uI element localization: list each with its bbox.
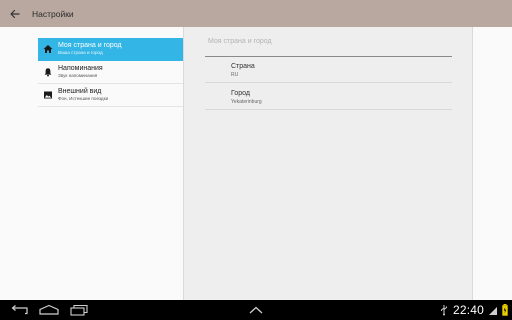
- section-header: Моя страна и город: [208, 38, 272, 45]
- status-area: 22:40: [440, 300, 508, 320]
- pref-city[interactable]: Город Yekaterinburg: [205, 84, 452, 110]
- page-title: Настройки: [32, 8, 74, 19]
- usb-icon: [440, 305, 447, 316]
- clock: 22:40: [452, 303, 484, 317]
- image-icon: [40, 87, 56, 103]
- pref-value: Yekaterinburg: [231, 99, 262, 105]
- home-nav-icon: [39, 304, 59, 315]
- pref-value: RU: [231, 72, 239, 78]
- home-icon: [40, 41, 56, 57]
- menu-item-title: Напоминания: [58, 65, 103, 73]
- menu-item-subtitle: Ваша страна и город: [58, 49, 103, 55]
- menu-item-country-city[interactable]: Моя страна и город Ваша страна и город: [38, 38, 184, 61]
- pref-title: Город: [231, 90, 250, 97]
- pref-country[interactable]: Страна RU: [205, 57, 452, 83]
- menu-item-appearance[interactable]: Внешний вид Фон, Истекшие поездки: [38, 84, 184, 107]
- home-nav-button[interactable]: [36, 300, 62, 320]
- system-nav-bar: 22:40: [0, 300, 512, 320]
- signal-icon: [489, 307, 497, 315]
- back-nav-button[interactable]: [6, 300, 32, 320]
- chevron-up-button[interactable]: [245, 300, 267, 320]
- arrow-back-icon: [10, 9, 20, 18]
- battery-icon: [502, 304, 508, 316]
- back-nav-icon: [11, 305, 28, 315]
- recent-apps-button[interactable]: [66, 300, 92, 320]
- settings-content: Моя страна и город Ваша страна и город Н…: [0, 27, 512, 300]
- menu-item-subtitle: Фон, Истекшие поездки: [58, 95, 109, 101]
- pref-title: Страна: [231, 63, 255, 70]
- menu-item-title: Моя страна и город: [58, 42, 122, 50]
- recent-apps-icon: [70, 304, 88, 316]
- back-button[interactable]: [3, 0, 27, 27]
- bell-icon: [40, 64, 56, 80]
- settings-menu: Моя страна и город Ваша страна и город Н…: [38, 38, 184, 107]
- menu-item-title: Внешний вид: [58, 88, 102, 96]
- menu-item-subtitle: Звук напоминания: [58, 72, 98, 78]
- chevron-up-icon: [249, 306, 263, 314]
- app-bar: Настройки: [0, 0, 512, 27]
- detail-pane: Моя страна и город Страна RU Город Yekat…: [183, 27, 473, 300]
- menu-item-reminders[interactable]: Напоминания Звук напоминания: [38, 61, 184, 84]
